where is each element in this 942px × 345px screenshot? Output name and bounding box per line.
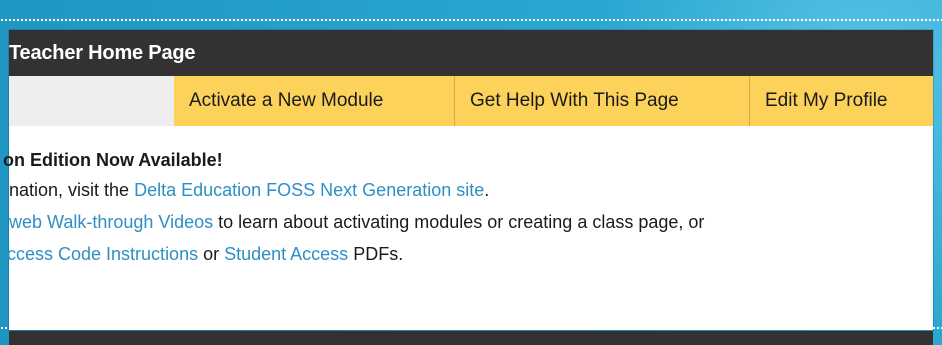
foss-next-generation-link[interactable]: Delta Education FOSS Next Generation sit… xyxy=(134,180,484,200)
announcement-text: . xyxy=(484,180,490,200)
bottom-dark-strip xyxy=(9,331,933,345)
top-dotted-border xyxy=(0,18,942,22)
page-title: Teacher Home Page xyxy=(9,42,196,64)
nav-bar: Activate a New Module Get Help With This… xyxy=(9,76,933,126)
announcement-text: to learn about activating modules or cre… xyxy=(213,212,705,232)
nav-tabs: Activate a New Module Get Help With This… xyxy=(174,76,933,126)
announcement-heading-text: on Edition Now Available! xyxy=(3,150,223,170)
get-help-button[interactable]: Get Help With This Page xyxy=(455,76,750,126)
access-code-instructions-link[interactable]: ccess Code Instructions xyxy=(7,244,198,264)
activate-module-button[interactable]: Activate a New Module xyxy=(174,76,455,126)
announcement-line: ccess Code Instructions or Student Acces… xyxy=(7,244,403,265)
announcement-text: nation, visit the xyxy=(9,180,135,200)
edit-profile-button[interactable]: Edit My Profile xyxy=(750,76,933,126)
announcement-line: web Walk-through Videos to learn about a… xyxy=(9,212,704,233)
bottom-dotted-border xyxy=(0,326,942,330)
announcement-text: PDFs. xyxy=(348,244,404,264)
page-frame: Teacher Home Page Activate a New Module … xyxy=(3,30,933,330)
announcement-text: or xyxy=(198,244,225,264)
walkthrough-videos-link[interactable]: web Walk-through Videos xyxy=(9,212,213,232)
announcement-heading: on Edition Now Available! xyxy=(3,150,223,171)
announcement-line: nation, visit the Delta Education FOSS N… xyxy=(9,180,489,201)
student-access-link[interactable]: Student Access xyxy=(224,244,348,264)
title-bar: Teacher Home Page xyxy=(9,30,933,76)
